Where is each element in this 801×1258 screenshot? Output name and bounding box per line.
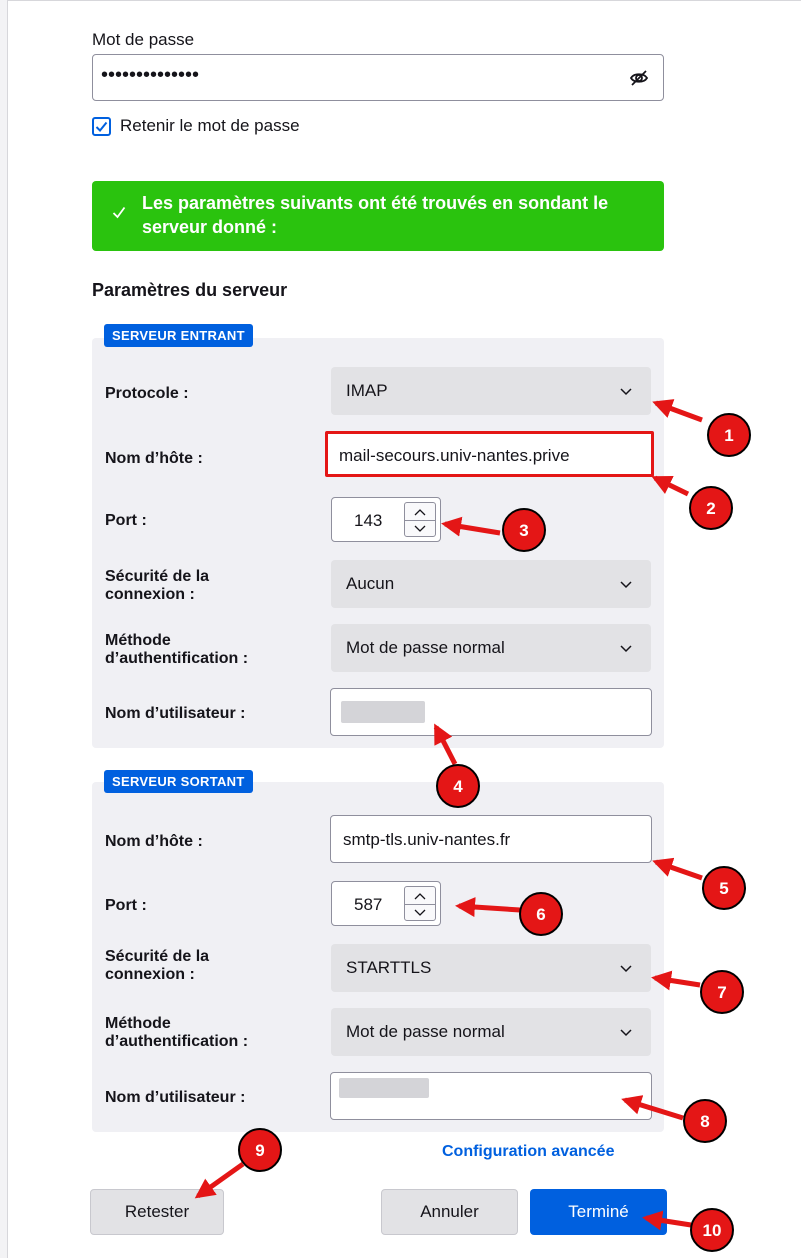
outgoing-port-value: 587 [354, 895, 383, 914]
server-settings-title: Paramètres du serveur [92, 280, 288, 300]
annotation-label-5: 5 [719, 879, 728, 898]
outgoing-hostname-input[interactable]: smtp-tls.univ-nantes.fr [330, 815, 652, 863]
incoming-port-input[interactable]: 143 [331, 497, 441, 542]
outgoing-auth-label-line2: d’authentification : [105, 1033, 249, 1050]
incoming-security-label-line1: Sécurité de la [105, 568, 210, 585]
retest-button[interactable]: Retester [90, 1189, 224, 1235]
outgoing-security-label-line1: Sécurité de la [105, 948, 210, 965]
remember-password-checkbox[interactable] [92, 116, 111, 136]
incoming-port-value: 143 [354, 511, 383, 530]
outgoing-security-label-line2: connexion : [105, 966, 195, 983]
outgoing-hostname-label: Nom d’hôte : [105, 833, 203, 850]
chevron-down-icon [619, 383, 633, 403]
protocol-label: Protocole : [105, 385, 189, 402]
eye-slash-icon[interactable] [629, 68, 649, 93]
done-button[interactable]: Terminé [530, 1189, 667, 1235]
incoming-port-label: Port : [105, 512, 147, 529]
incoming-hostname-label: Nom d’hôte : [105, 450, 203, 467]
cancel-button[interactable]: Annuler [381, 1189, 518, 1235]
success-notice-text: Les paramètres suivants ont été trouvés … [142, 193, 609, 237]
outgoing-security-label: Sécurité de la connexion : [105, 948, 209, 984]
incoming-auth-select[interactable]: Mot de passe normal [331, 624, 651, 672]
outgoing-auth-select[interactable]: Mot de passe normal [331, 1008, 651, 1056]
outgoing-server-badge: SERVEUR SORTANT [104, 770, 253, 793]
incoming-auth-value: Mot de passe normal [346, 638, 505, 657]
incoming-security-value: Aucun [346, 574, 395, 593]
outgoing-port-input[interactable]: 587 [331, 881, 441, 926]
annotation-label-7: 7 [717, 983, 726, 1002]
outgoing-port-stepper[interactable] [404, 886, 436, 921]
outgoing-username-input[interactable] [330, 1072, 652, 1120]
outgoing-hostname-value: smtp-tls.univ-nantes.fr [343, 830, 511, 849]
chevron-down-icon [619, 576, 633, 596]
annotation-label-2: 2 [706, 499, 715, 518]
annotation-label-10: 10 [703, 1221, 722, 1240]
protocol-value: IMAP [346, 381, 388, 400]
outgoing-auth-value: Mot de passe normal [346, 1022, 505, 1041]
annotation-marker-9 [238, 1128, 282, 1172]
check-icon [112, 203, 126, 224]
incoming-auth-label: Méthode d’authentification : [105, 632, 248, 668]
advanced-config-link[interactable]: Configuration avancée [442, 1143, 614, 1161]
outgoing-port-label: Port : [105, 897, 147, 914]
incoming-security-select[interactable]: Aucun [331, 560, 651, 608]
chevron-up-icon[interactable] [405, 503, 435, 520]
annotation-label-8: 8 [700, 1112, 709, 1131]
incoming-auth-label-line1: Méthode [105, 632, 171, 649]
annotation-marker-10 [690, 1208, 734, 1252]
protocol-select[interactable]: IMAP [331, 367, 651, 415]
outgoing-auth-label: Méthode d’authentification : [105, 1015, 248, 1051]
password-label: Mot de passe [92, 30, 195, 49]
annotation-marker-7 [700, 970, 744, 1014]
outgoing-auth-label-line1: Méthode [105, 1015, 171, 1032]
outgoing-security-select[interactable]: STARTTLS [331, 944, 651, 992]
incoming-server-badge: SERVEUR ENTRANT [104, 324, 253, 347]
incoming-hostname-input[interactable]: mail-secours.univ-nantes.prive [325, 431, 654, 477]
chevron-up-icon[interactable] [405, 887, 435, 904]
chevron-down-icon [619, 640, 633, 660]
incoming-auth-label-line2: d’authentification : [105, 650, 249, 667]
incoming-security-label-line2: connexion : [105, 586, 195, 603]
incoming-hostname-value: mail-secours.univ-nantes.prive [339, 446, 570, 465]
annotation-label-1: 1 [724, 426, 733, 445]
remember-password-row[interactable]: Retenir le mot de passe [92, 116, 300, 136]
annotation-marker-8 [683, 1099, 727, 1143]
checkmark-icon [95, 121, 108, 132]
window-left-border [0, 0, 8, 1258]
incoming-username-input[interactable] [330, 688, 652, 736]
redacted-username [339, 1078, 429, 1098]
incoming-port-stepper[interactable] [404, 502, 436, 537]
remember-password-label: Retenir le mot de passe [120, 116, 300, 135]
redacted-username [341, 701, 425, 723]
annotation-label-9: 9 [255, 1141, 264, 1160]
annotation-marker-5 [702, 866, 746, 910]
success-notice: Les paramètres suivants ont été trouvés … [92, 181, 664, 251]
chevron-down-icon[interactable] [405, 520, 435, 537]
chevron-down-icon [619, 1024, 633, 1044]
chevron-down-icon [619, 960, 633, 980]
chevron-down-icon[interactable] [405, 904, 435, 921]
incoming-security-label: Sécurité de la connexion : [105, 568, 209, 604]
outgoing-username-label: Nom d’utilisateur : [105, 1089, 246, 1106]
password-input[interactable]: •••••••••••••• [92, 54, 664, 101]
incoming-username-label: Nom d’utilisateur : [105, 705, 246, 722]
window-top-border [8, 0, 801, 1]
outgoing-security-value: STARTTLS [346, 958, 432, 977]
password-value: •••••••••••••• [101, 64, 200, 86]
annotation-marker-1 [707, 413, 751, 457]
annotation-marker-2 [689, 486, 733, 530]
